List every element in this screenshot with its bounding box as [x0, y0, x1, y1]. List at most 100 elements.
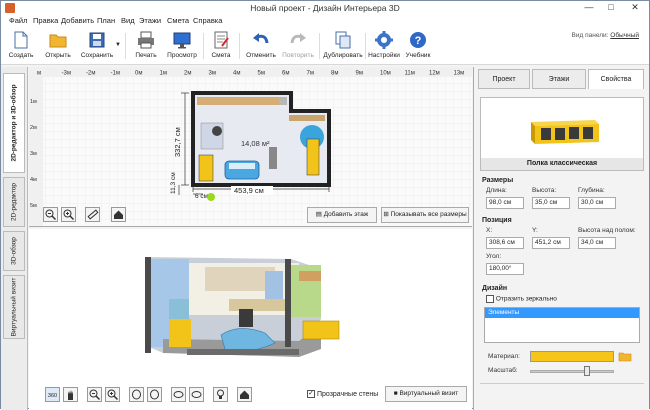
material-swatch[interactable] — [530, 351, 614, 362]
maximize-button[interactable]: □ — [601, 1, 621, 14]
panel-view-link[interactable]: Обычный — [610, 32, 639, 39]
room-area: 14,08 м² — [241, 139, 270, 148]
toolbar-separator — [319, 33, 320, 59]
tab-2d-3d[interactable]: 2D-редактор и 3D-обзор — [3, 73, 25, 173]
room-3d-model[interactable] — [145, 257, 340, 357]
menu-view[interactable]: Вид — [121, 16, 135, 25]
vruler-tick-label: 4м — [30, 177, 37, 183]
x-input[interactable]: 308,6 см — [486, 237, 524, 249]
ruler-tick-label: 11м — [405, 71, 415, 77]
pan-button[interactable] — [63, 387, 78, 402]
settings-button[interactable]: Настройки — [367, 30, 401, 62]
minimize-button[interactable]: — — [579, 1, 599, 14]
menu-add[interactable]: Добавить — [61, 16, 94, 25]
length-input[interactable]: 98,0 см — [486, 197, 524, 209]
add-floor-button[interactable]: ▤ Добавить этаж — [307, 207, 377, 223]
orbit-left-button[interactable] — [129, 387, 144, 402]
home-3d-button[interactable] — [237, 387, 252, 402]
y-input[interactable]: 451,2 см — [532, 237, 570, 249]
ruler-tick-label: -2м — [86, 71, 95, 77]
selection-handle[interactable] — [207, 193, 215, 201]
ruler-tick-label: 5м — [258, 71, 265, 77]
elements-list-item[interactable]: Элементы — [485, 308, 639, 318]
ruler-tick-label: 7м — [307, 71, 314, 77]
zoom-out-button[interactable] — [43, 207, 58, 222]
toolbar: Создать Открыть Сохранить ▼ Печать Просм… — [1, 27, 649, 65]
show-all-sizes-button[interactable]: ⊞ Показывать все размеры — [381, 207, 469, 223]
vruler-tick-label: 3м — [30, 151, 37, 157]
zoom-out-3d-button[interactable] — [87, 387, 102, 402]
orbit-right-button[interactable] — [147, 387, 162, 402]
menu-edit[interactable]: Правка — [33, 16, 58, 25]
vruler-tick-label: 1м — [30, 99, 37, 105]
rotate-360-button[interactable]: 360 — [45, 387, 60, 402]
elements-list[interactable]: Элементы — [484, 307, 640, 343]
plan-shelf-object[interactable] — [197, 97, 283, 105]
plan-2d-editor[interactable]: м -3м -2м -1м 0м 1м 2м 3м 4м 5м 6м 7м 8м 9м 10м 11м 12м 1… — [29, 67, 472, 227]
tutorial-button[interactable]: ? Учебник — [403, 30, 433, 62]
home-view-button[interactable] — [111, 207, 126, 222]
ruler-tick-label: -1м — [111, 71, 120, 77]
tab-floors[interactable]: Этажи — [532, 69, 586, 89]
scale-slider[interactable] — [530, 370, 614, 373]
depth-input[interactable]: 30,0 см — [578, 197, 616, 209]
ruler-tool-button[interactable] — [85, 207, 100, 222]
tab-2d-editor[interactable]: 2D-редактор — [3, 177, 25, 227]
tab-virtual-visit-label: Виртуальный визит — [10, 277, 18, 337]
create-button[interactable]: Создать — [7, 30, 35, 62]
shelf-preview-image — [531, 120, 599, 144]
preview-button[interactable]: Просмотр — [166, 30, 198, 62]
material-label: Материал: — [488, 353, 520, 360]
print-button[interactable]: Печать — [131, 30, 161, 62]
transparent-walls-checkbox[interactable]: ✓ — [307, 390, 315, 398]
menu-help[interactable]: Справка — [193, 16, 222, 25]
scale-slider-thumb[interactable] — [584, 366, 590, 376]
open-button[interactable]: Открыть — [43, 30, 73, 62]
mirror-toggle[interactable]: Отразить зеркально — [486, 295, 557, 303]
design-section-title: Дизайн — [482, 285, 508, 292]
menu-bar: Файл Правка Добавить План Вид Этажи Смет… — [1, 15, 649, 27]
tab-3d-view[interactable]: 3D-обзор — [3, 231, 25, 271]
duplicate-label: Дублировать — [323, 52, 363, 59]
save-button[interactable]: Сохранить — [79, 30, 115, 62]
properties-panel: Проект Этажи Свойства Полка классическая… — [473, 67, 649, 410]
ruler-tick-label: -3м — [62, 71, 71, 77]
menu-plan[interactable]: План — [97, 16, 115, 25]
print-label: Печать — [135, 52, 157, 59]
scene-3d[interactable] — [29, 229, 472, 410]
material-folder-button[interactable] — [618, 350, 632, 362]
menu-file[interactable]: Файл — [9, 16, 27, 25]
tab-project[interactable]: Проект — [478, 69, 530, 89]
height-input[interactable]: 35,0 см — [532, 197, 570, 209]
sizes-icon: ⊞ — [383, 211, 391, 218]
menu-estimate[interactable]: Смета — [167, 16, 189, 25]
tilt-down-button[interactable] — [189, 387, 204, 402]
duplicate-icon — [335, 31, 351, 49]
light-button[interactable] — [213, 387, 228, 402]
mirror-checkbox[interactable] — [486, 295, 494, 303]
virtual-visit-button[interactable]: ■ Виртуальный визит — [385, 386, 467, 402]
monitor-icon — [173, 32, 191, 49]
panel-view: Вид панели: Обычный — [572, 32, 639, 39]
tab-virtual-visit[interactable]: Виртуальный визит — [3, 275, 25, 339]
close-button[interactable]: ✕ — [625, 1, 645, 14]
menu-floors[interactable]: Этажи — [139, 16, 161, 25]
transparent-walls-toggle[interactable]: ✓ Прозрачные стены — [307, 390, 378, 398]
floor-height-input[interactable]: 34,0 см — [578, 237, 616, 249]
view-3d[interactable]: 360 ✓ Прозрачные стены ■ Виртуальный виз… — [29, 229, 472, 410]
plan-canvas[interactable]: м -3м -2м -1м 0м 1м 2м 3м 4м 5м 6м 7м 8м 9м 10м 11м 12м 1… — [29, 67, 472, 227]
ruler-tick-label: 6м — [282, 71, 289, 77]
ruler-tick-label: м — [37, 71, 41, 77]
tilt-up-button[interactable] — [171, 387, 186, 402]
zoom-in-button[interactable] — [61, 207, 76, 222]
zoom-out-icon — [45, 209, 57, 221]
mirror-label: Отразить зеркально — [495, 295, 557, 303]
tab-properties[interactable]: Свойства — [588, 69, 644, 89]
undo-button[interactable]: Отменить — [245, 30, 277, 62]
redo-button[interactable]: Повторить — [281, 30, 315, 62]
duplicate-button[interactable]: Дублировать — [323, 30, 363, 62]
tab-3d-view-label: 3D-обзор — [10, 237, 18, 265]
angle-input[interactable]: 180,00° — [486, 263, 524, 275]
zoom-in-3d-button[interactable] — [105, 387, 120, 402]
estimate-button[interactable]: Смета — [209, 30, 233, 62]
